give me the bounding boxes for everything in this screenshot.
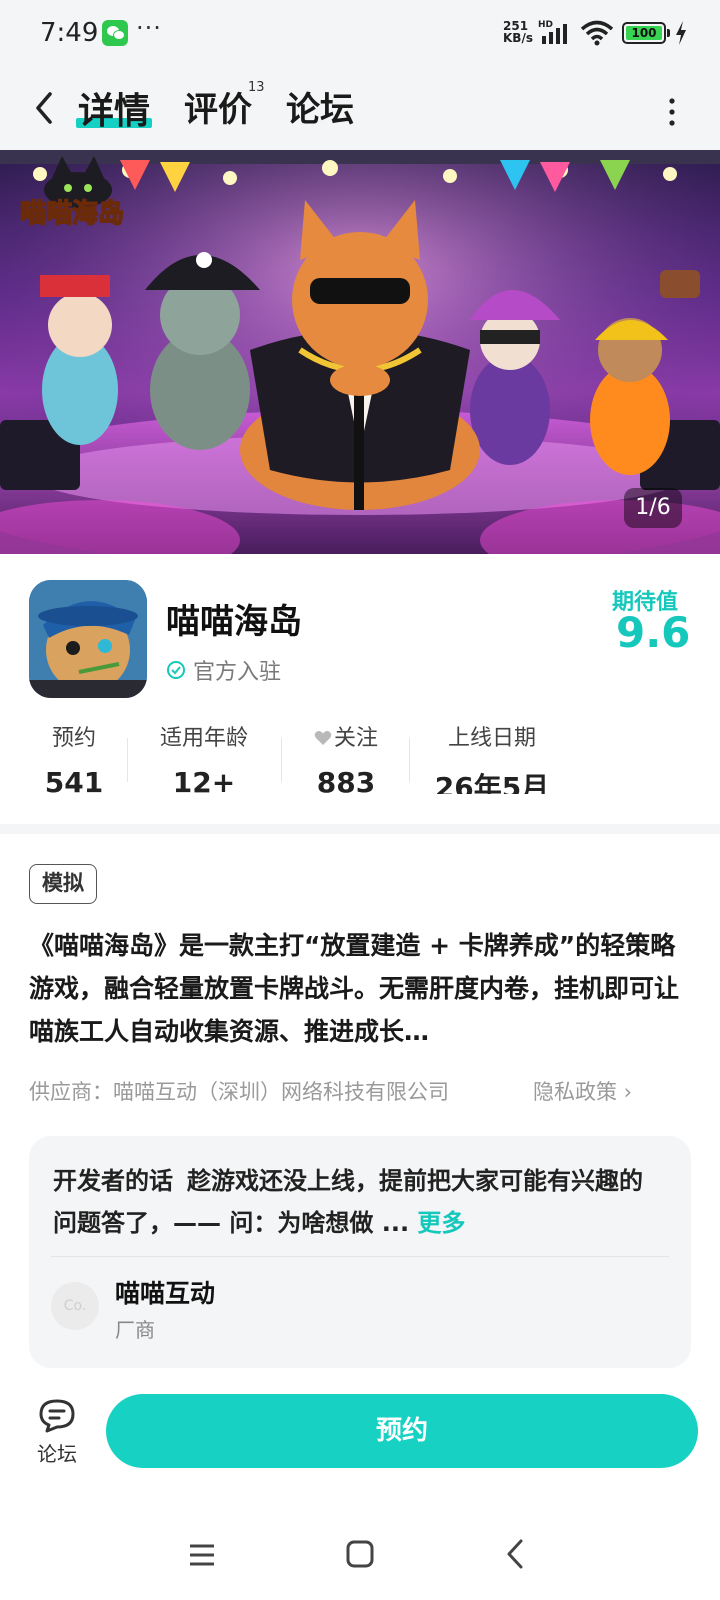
genre-tag[interactable]: 模拟	[29, 864, 97, 904]
carousel-counter: 1/6	[624, 488, 682, 528]
stat-divider	[281, 738, 282, 782]
privacy-policy-link[interactable]: 隐私政策 ›	[533, 1076, 632, 1106]
developer-avatar[interactable]: Co.	[51, 1282, 99, 1330]
battery-tip	[667, 29, 670, 37]
status-time: 7:49	[40, 18, 99, 48]
battery-icon: 100	[622, 22, 666, 44]
forum-button-label: 论坛	[37, 1442, 77, 1466]
hero-banner-carousel[interactable]: 喵喵海岛 1/6	[0, 150, 720, 554]
stat-age-rating: 适用年龄 12+	[154, 720, 254, 794]
stat-divider	[409, 738, 410, 782]
recent-apps-icon[interactable]	[188, 1542, 216, 1568]
stat-value: 26年5月	[434, 771, 550, 794]
stats-row: 预约 541 适用年龄 12+ 关注 883 上线日期 26年5月	[0, 720, 720, 794]
stat-label: 上线日期	[447, 726, 536, 751]
stat-reservations: 预约 541	[44, 720, 104, 794]
app-icon	[29, 580, 147, 698]
more-vertical-icon[interactable]	[662, 94, 682, 130]
forum-button[interactable]: 论坛	[30, 1398, 84, 1478]
system-back-icon[interactable]	[504, 1538, 526, 1570]
wifi-icon	[580, 20, 614, 46]
stat-label: 适用年龄	[159, 726, 248, 751]
card-divider	[51, 1256, 669, 1257]
stat-followers[interactable]: 关注 883	[306, 720, 386, 794]
svg-text:喵喵海岛: 喵喵海岛	[20, 198, 124, 229]
top-nav: 详情 评价 13 论坛	[0, 66, 720, 150]
forum-chat-icon	[39, 1399, 75, 1433]
tab-details[interactable]: 详情	[78, 82, 150, 134]
stat-value: 541	[44, 766, 104, 794]
network-speed-unit: KB/s	[503, 31, 533, 45]
developer-notes-text: 开发者的话 趁游戏还没上线，提前把大家可能有兴趣的问题答了，—— 问：为啥想做 .…	[53, 1160, 663, 1244]
reserve-button[interactable]: 预约	[106, 1394, 698, 1468]
official-badge-label: 官方入驻	[193, 660, 282, 685]
system-nav-bar	[0, 1510, 720, 1600]
home-icon[interactable]	[346, 1540, 374, 1568]
more-notifications-icon: ···	[136, 14, 162, 42]
developer-role: 厂商	[115, 1318, 155, 1342]
network-speed: 251 KB/s	[503, 20, 533, 44]
app-info-section: 喵喵海岛 官方入驻 期待值 9.6 预约 541 适用年龄 12+ 关注 883…	[0, 554, 720, 824]
tab-reviews[interactable]: 评价	[184, 82, 252, 131]
game-description[interactable]: 《喵喵海岛》是一款主打“放置建造 + 卡牌养成”的轻策略游戏，融合轻量放置卡牌战…	[29, 924, 694, 1053]
stat-release-date: 上线日期 26年5月	[432, 720, 552, 794]
stat-value: 883	[316, 766, 376, 794]
stat-value: 12+	[172, 766, 236, 794]
heart-icon	[314, 731, 332, 745]
review-count-badge: 13	[248, 80, 265, 95]
verified-check-icon	[167, 661, 185, 679]
developer-name[interactable]: 喵喵互动	[115, 1274, 215, 1310]
app-title: 喵喵海岛	[166, 602, 302, 642]
expectation-score: 9.6	[616, 608, 691, 657]
developer-notes-title: 开发者的话	[53, 1167, 173, 1195]
banner-artwork: 喵喵海岛	[0, 150, 720, 554]
stat-label: 关注	[306, 720, 386, 752]
battery-level: 100	[626, 26, 662, 40]
charging-icon	[676, 21, 686, 45]
developer-notes-card[interactable]: 开发者的话 趁游戏还没上线，提前把大家可能有兴趣的问题答了，—— 问：为啥想做 .…	[29, 1136, 691, 1368]
section-divider	[0, 824, 720, 834]
supplier-info: 供应商：喵喵互动（深圳）网络科技有限公司	[29, 1080, 449, 1104]
tab-forum[interactable]: 论坛	[286, 82, 354, 131]
stat-divider	[127, 738, 128, 782]
stat-label: 预约	[51, 726, 96, 751]
back-arrow-icon[interactable]	[30, 90, 60, 126]
more-link[interactable]: 更多	[417, 1209, 465, 1237]
cell-signal-icon	[542, 24, 567, 44]
wechat-notification-icon	[102, 20, 128, 46]
status-bar: 7:49 ··· 251 KB/s HD 100	[0, 0, 720, 66]
